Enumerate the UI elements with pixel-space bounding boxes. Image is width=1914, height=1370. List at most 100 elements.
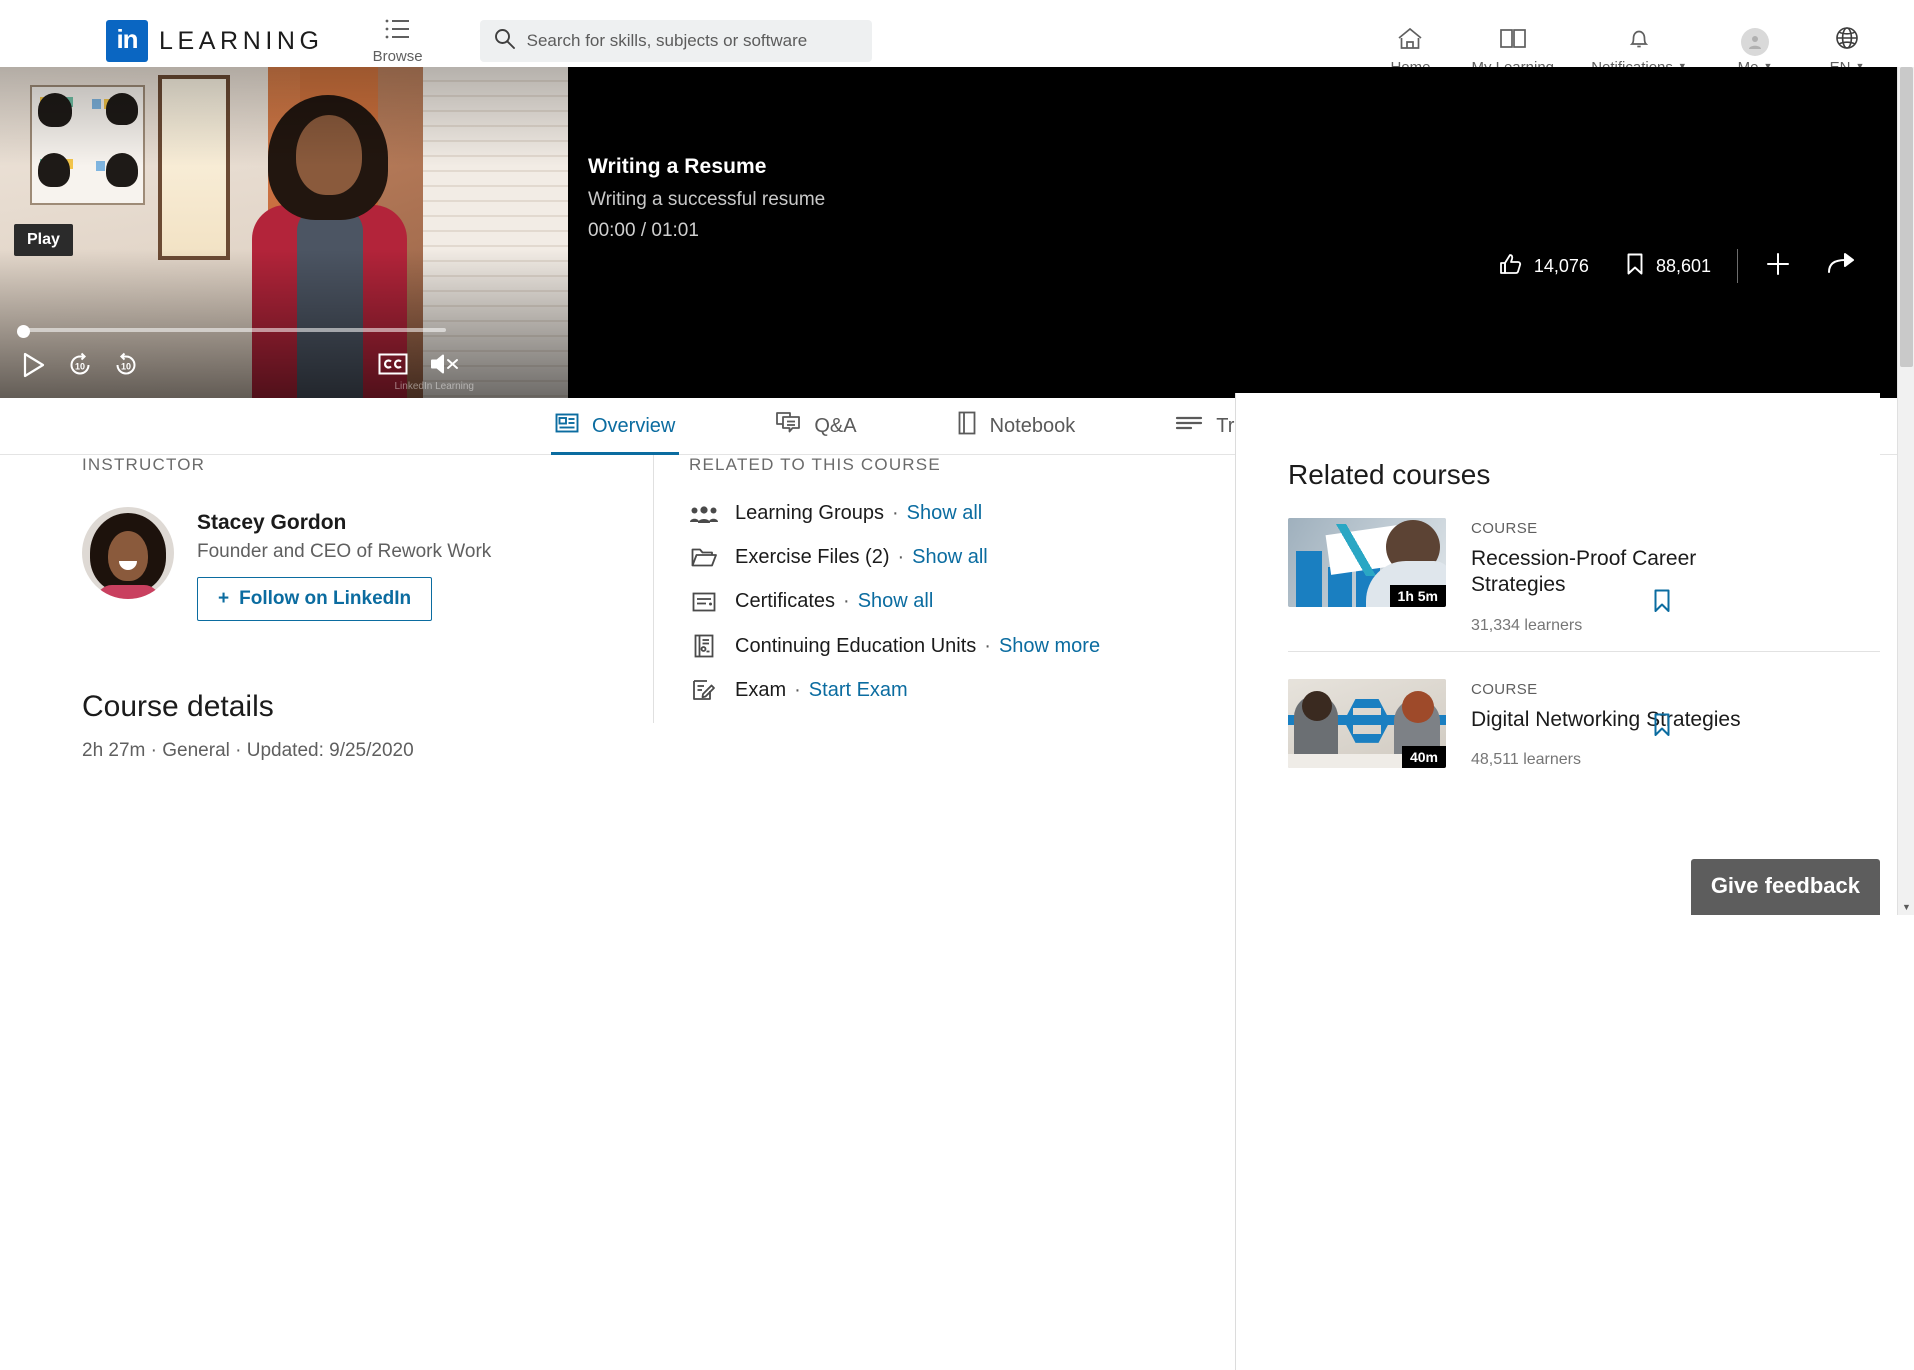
video-metadata: Writing a Resume Writing a successful re… [588,155,825,242]
related-item-link[interactable]: Show all [912,546,988,569]
bookmark-icon[interactable] [1652,712,1672,743]
related-item-label: Continuing Education Units [735,635,976,658]
tab-qa-label: Q&A [814,415,856,438]
player-controls-left: 10 10 [18,350,140,385]
thumbs-up-icon [1499,252,1523,281]
like-count: 14,076 [1534,256,1589,277]
course-thumbnail: 40m [1288,679,1446,768]
separator: · [897,546,904,569]
related-item-label: Exercise Files (2) [735,546,889,569]
certificate-icon [689,592,719,612]
course-title[interactable]: Digital Networking Strategies [1471,707,1791,733]
like-button[interactable]: 14,076 [1499,252,1589,281]
save-count: 88,601 [1656,256,1711,277]
tab-notebook-label: Notebook [990,415,1076,438]
browse-label: Browse [373,48,423,65]
follow-button-label: Follow on LinkedIn [239,588,411,610]
scrollbar-down-arrow[interactable]: ▼ [1898,898,1914,915]
rewind-10-icon[interactable]: 10 [66,351,94,384]
notebook-icon [957,411,977,441]
exam-icon [689,679,719,702]
instructor-name[interactable]: Stacey Gordon [197,511,491,535]
avatar [1741,28,1769,56]
related-item-exercise-files[interactable]: Exercise Files (2) · Show all [689,546,1213,569]
globe-icon [1834,25,1860,56]
course-details-section: Course details 2h 27m · General · Update… [82,690,414,762]
related-item-certificates[interactable]: Certificates · Show all [689,590,1213,613]
instructor-section: INSTRUCTOR Stacey Gordon Founder and CEO… [82,455,562,621]
course-duration-badge: 40m [1402,746,1446,768]
svg-text:10: 10 [121,362,131,372]
scrollbar-thumb[interactable] [1900,67,1913,367]
people-icon [689,504,719,524]
bookmark-icon[interactable] [1652,588,1672,619]
course-details-heading: Course details [82,690,414,724]
course-info: COURSE Recession-Proof Career Strategies… [1471,518,1791,635]
bell-icon [1627,27,1651,56]
separator: · [794,679,801,702]
browse-button[interactable]: Browse [368,18,428,65]
forward-10-icon[interactable]: 10 [112,351,140,384]
plus-icon: + [218,588,229,610]
book-icon [1499,27,1527,56]
video-scrubber-track[interactable] [18,328,446,332]
give-feedback-button[interactable]: Give feedback [1691,859,1880,915]
course-kicker: COURSE [1471,681,1791,698]
related-item-link[interactable]: Start Exam [809,679,908,702]
action-divider [1737,249,1738,283]
related-item-continuing-education-units[interactable]: Continuing Education Units · Show more [689,634,1213,658]
video-scrubber-handle[interactable] [17,325,30,338]
captions-icon[interactable] [378,353,408,380]
related-to-course-list: Learning Groups · Show all Exercise File… [689,502,1213,702]
instructor-avatar[interactable] [82,507,174,599]
related-courses-heading: Related courses [1288,459,1880,491]
tab-qa[interactable]: Q&A [771,398,860,455]
related-item-link[interactable]: Show all [907,502,983,525]
play-icon[interactable] [18,350,48,385]
share-button[interactable] [1826,251,1856,282]
overview-icon [555,412,579,440]
bookmark-icon [1625,252,1645,281]
follow-on-linkedin-button[interactable]: + Follow on LinkedIn [197,577,432,621]
video-player-stage: Play 10 10 [0,67,1914,398]
search-box[interactable] [480,20,872,62]
instructor-info: Stacey Gordon Founder and CEO of Rework … [197,507,491,621]
video-thumbnail[interactable]: Play 10 10 [0,67,568,398]
related-course-card[interactable]: 40m COURSE Digital Networking Strategies… [1288,651,1880,785]
related-item-learning-groups[interactable]: Learning Groups · Show all [689,502,1213,525]
course-title[interactable]: Recession-Proof Career Strategies [1471,546,1791,599]
tab-overview-label: Overview [592,415,675,438]
linkedin-logo-icon: in [106,20,148,62]
linkedin-learning-watermark: LinkedIn Learning [394,381,474,392]
brand-wordmark: LEARNING [159,27,324,56]
search-input[interactable] [527,31,857,51]
main-content: INSTRUCTOR Stacey Gordon Founder and CEO… [0,455,1914,915]
separator: · [892,502,899,525]
course-learners: 31,334 learners [1471,617,1791,635]
instructor-title: Founder and CEO of Rework Work [197,541,491,563]
tab-notebook[interactable]: Notebook [953,398,1080,455]
related-item-label: Learning Groups [735,502,884,525]
related-to-course-section: RELATED TO THIS COURSE Learning Groups ·… [653,455,1213,723]
related-item-link[interactable]: Show more [999,635,1100,658]
add-to-collection-button[interactable] [1764,250,1792,283]
svg-text:10: 10 [75,362,85,372]
tab-overview[interactable]: Overview [551,398,679,455]
page-scrollbar[interactable]: ▼ [1897,67,1914,915]
course-title: Writing a Resume [588,155,825,179]
course-learners: 48,511 learners [1471,751,1791,769]
related-course-card[interactable]: 1h 5m COURSE Recession-Proof Career Stra… [1288,491,1880,651]
separator: · [843,590,850,613]
related-item-exam[interactable]: Exam · Start Exam [689,679,1213,702]
course-details-meta: 2h 27m · General · Updated: 9/25/2020 [82,740,414,762]
save-button[interactable]: 88,601 [1625,252,1711,281]
video-title: Writing a successful resume [588,189,825,211]
separator: · [984,635,991,658]
ceu-icon [689,634,719,658]
related-item-label: Certificates [735,590,835,613]
related-item-link[interactable]: Show all [858,590,934,613]
transcript-icon [1175,414,1203,438]
volume-muted-icon[interactable] [430,352,460,381]
search-icon [494,28,515,54]
video-action-bar: 14,076 88,601 [1499,249,1856,283]
